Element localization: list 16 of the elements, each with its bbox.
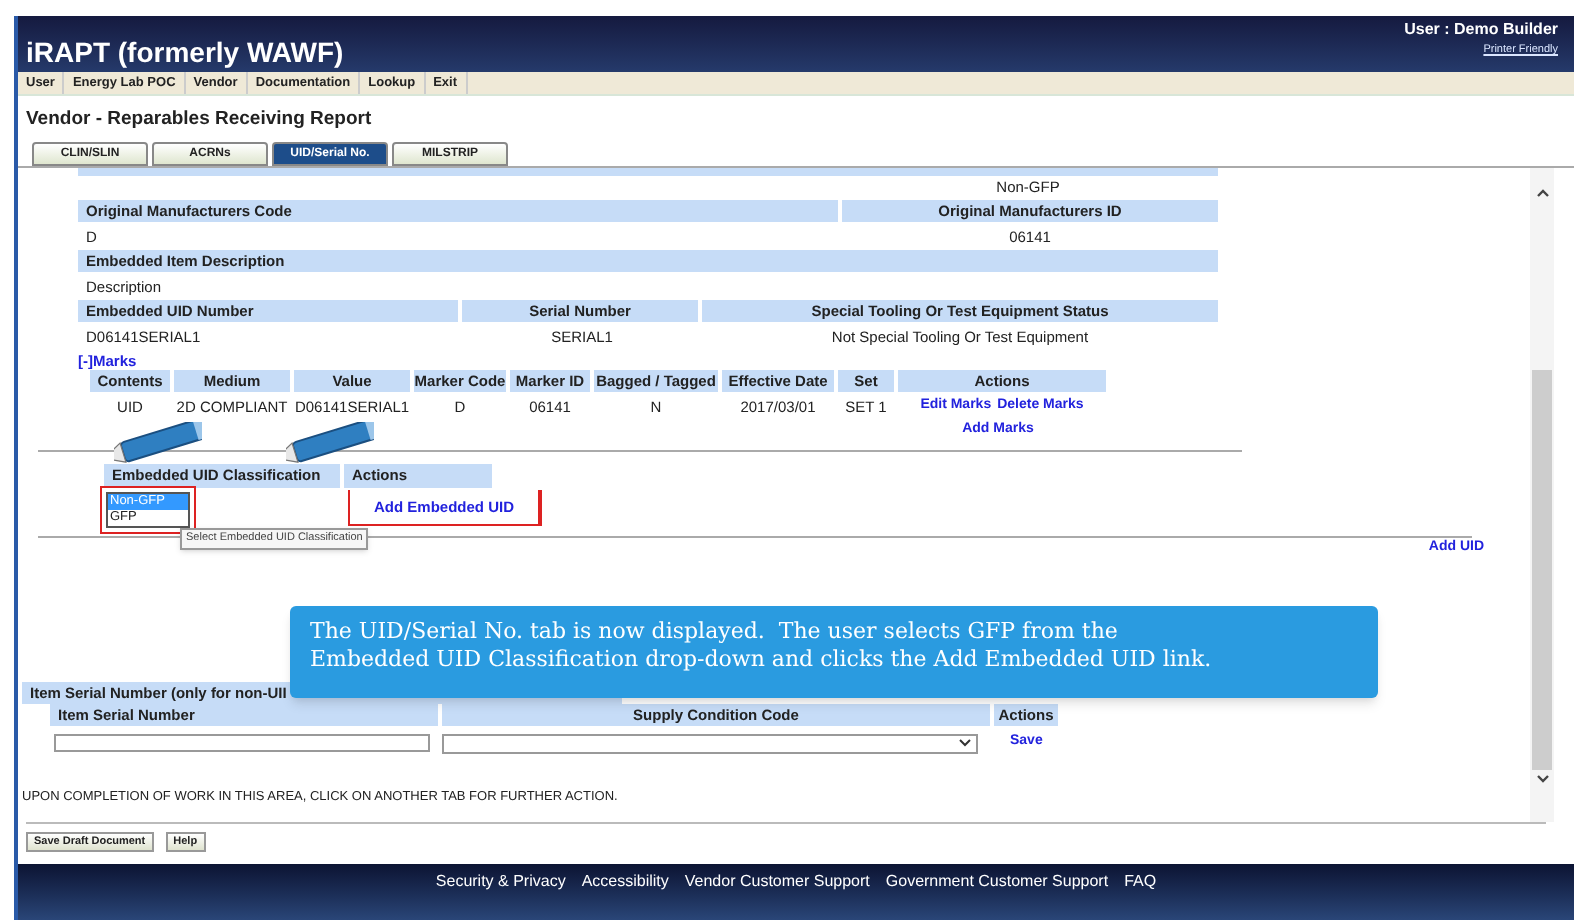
item-serial-input[interactable] (54, 734, 430, 752)
supply-condition-select[interactable] (442, 733, 978, 753)
footer-link[interactable]: Vendor Customer Support (684, 870, 870, 892)
callout-bubble: The UID/Serial No. tab is now displayed. The user selects GFP from the Embedded UID Classification drop-down and clicks the Add Embedded UID link. (290, 606, 1378, 699)
footer-link[interactable]: Government Customer Support (885, 870, 1109, 892)
footer-link[interactable]: Security & Privacy (435, 870, 566, 892)
scrollbar[interactable] (1530, 168, 1554, 822)
page-title: Vendor - Reparables Receiving Report (26, 106, 374, 134)
chevron-down-icon (958, 738, 972, 748)
footer-link[interactable]: FAQ (1124, 870, 1157, 892)
user-label: User : Demo Builder (1404, 18, 1558, 42)
footer-link[interactable]: Accessibility (581, 870, 669, 892)
chevron-down-icon (1535, 774, 1549, 785)
chevron-up-icon (1535, 188, 1549, 199)
scrollbar-thumb[interactable] (1532, 370, 1552, 771)
app-title: iRAPT (formerly WAWF) (26, 34, 344, 72)
